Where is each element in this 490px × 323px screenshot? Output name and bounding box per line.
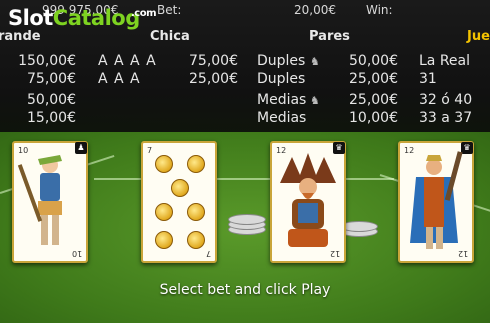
grande-value: 50,00€	[27, 92, 76, 108]
coin-icon	[171, 179, 189, 197]
pares-label: Medias	[257, 92, 307, 108]
juego-hand: 31	[419, 71, 437, 87]
tiger-icon: ♞	[310, 94, 320, 107]
bet-label: Bet:	[157, 3, 182, 17]
card-slot-4[interactable]: 12 ♛ 12	[398, 141, 474, 263]
card-index: 10	[71, 249, 82, 258]
card-index: 7	[147, 146, 153, 155]
chip-icon	[228, 214, 266, 225]
pares-label: Duples	[257, 53, 306, 69]
sota-figure-icon	[17, 155, 62, 245]
felt-line	[94, 178, 394, 180]
coin-icon	[155, 203, 173, 221]
tab-pares[interactable]: Pares	[309, 29, 350, 44]
status-prompt: Select bet and click Play	[159, 282, 331, 298]
card-index: 12	[329, 249, 340, 258]
juego-hand: 32 ó 40	[419, 92, 473, 108]
bet-value: 20,00€	[294, 3, 336, 17]
chica-value: 75,00€	[189, 53, 238, 69]
coin-icon	[187, 155, 205, 173]
chica-hand: A A A	[98, 71, 141, 87]
pares-label: Medias	[257, 110, 307, 126]
grande-value: 150,00€	[18, 53, 76, 69]
card-index: 7	[205, 249, 211, 258]
chip-stack	[228, 214, 266, 236]
slotcatalog-logo: SlotCatalog .com	[8, 6, 157, 30]
tab-juego[interactable]: Jue	[467, 29, 490, 44]
coin-icon	[155, 155, 173, 173]
juego-hand: La Real	[419, 53, 471, 69]
pares-value: 50,00€	[349, 53, 398, 69]
card-slot-3[interactable]: 12 ♛ 12	[270, 141, 346, 263]
tab-chica[interactable]: Chica	[150, 29, 190, 44]
coin-icon	[155, 231, 173, 249]
pares-label: Duples	[257, 71, 306, 87]
tiger-icon: ♞	[310, 55, 320, 68]
win-label: Win:	[366, 3, 393, 17]
card-index: 12	[457, 249, 468, 258]
pares-value: 25,00€	[349, 92, 398, 108]
tab-grande[interactable]: rande	[0, 29, 41, 44]
rey-figure-icon	[410, 151, 463, 249]
chica-value: 25,00€	[189, 71, 238, 87]
card-slot-2[interactable]: 7 7	[141, 141, 217, 263]
chica-hand: A A A A	[98, 53, 157, 69]
juego-hand: 33 a 37	[419, 110, 473, 126]
rey-figure-icon	[280, 153, 336, 247]
pares-value: 25,00€	[349, 71, 398, 87]
pares-value: 10,00€	[349, 110, 398, 126]
card-slot-1[interactable]: 10 ♟ 10	[12, 141, 88, 263]
coin-icon	[187, 231, 205, 249]
grande-value: 75,00€	[27, 71, 76, 87]
grande-value: 15,00€	[27, 110, 76, 126]
coin-icon	[187, 203, 205, 221]
